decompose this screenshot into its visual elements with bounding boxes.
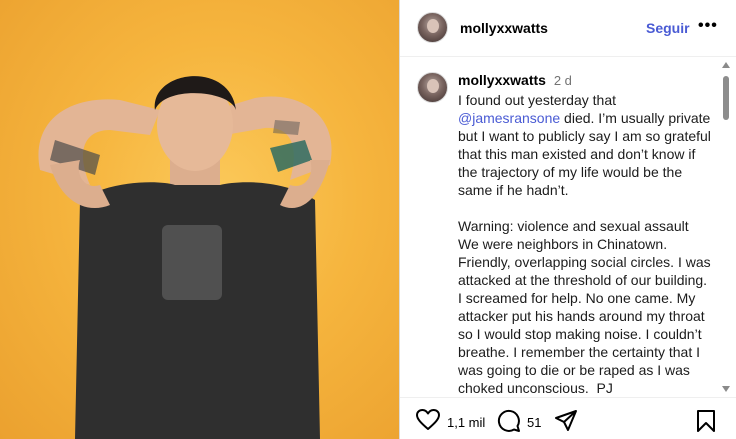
caption-text-rest: died. I’m usually private but I want to … (458, 110, 711, 396)
avatar[interactable] (417, 12, 448, 43)
action-bar: 1,1 mil 51 (400, 397, 736, 439)
share-icon[interactable] (554, 409, 578, 438)
heart-icon[interactable] (416, 409, 440, 436)
post-side-panel: mollyxxwatts Seguir ••• mollyxxwatts 2 d… (399, 0, 736, 439)
bookmark-icon[interactable] (696, 409, 716, 438)
likes-count[interactable]: 1,1 mil (447, 415, 485, 430)
comment-header: mollyxxwatts 2 d (458, 72, 572, 88)
caption-text: I found out yesterday that @jamesransone… (458, 91, 713, 396)
comments-count[interactable]: 51 (527, 415, 541, 430)
comment-avatar[interactable] (417, 72, 448, 103)
caption-text-start: I found out yesterday that (458, 92, 620, 108)
comment-username[interactable]: mollyxxwatts (458, 72, 546, 88)
mention-link[interactable]: @jamesransone (458, 110, 560, 126)
post-photo (0, 0, 399, 439)
post-header: mollyxxwatts Seguir ••• (400, 0, 736, 57)
scroll-down-arrow-icon[interactable] (722, 386, 730, 392)
more-options-icon[interactable]: ••• (698, 17, 718, 35)
caption-comment: mollyxxwatts 2 d I found out yesterday t… (400, 58, 736, 396)
comment-icon[interactable] (497, 409, 521, 438)
scroll-up-arrow-icon[interactable] (722, 62, 730, 68)
comment-time: 2 d (553, 73, 572, 88)
photo-subject (38, 76, 332, 439)
post-username[interactable]: mollyxxwatts (460, 20, 548, 36)
comment-scrollbar[interactable] (722, 62, 730, 392)
scrollbar-thumb[interactable] (723, 76, 729, 120)
follow-button[interactable]: Seguir (646, 20, 690, 36)
